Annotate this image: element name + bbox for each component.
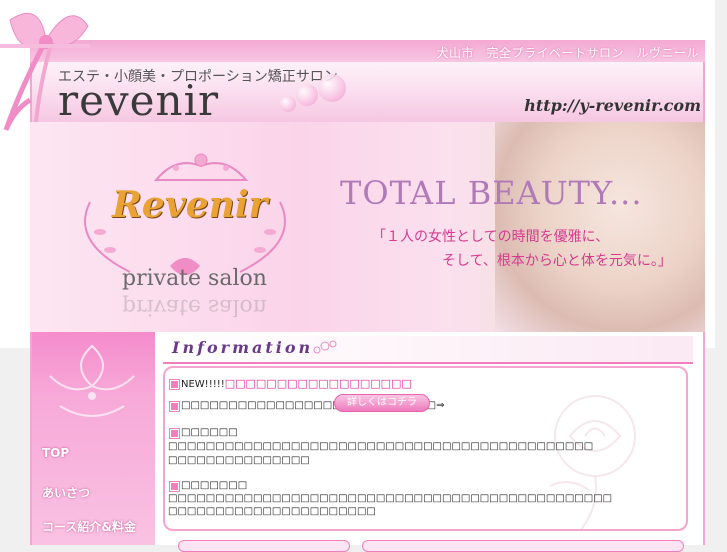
- info-item-1: NEW!!!!!□□□□□□□□□□□□□□□□□□: [181, 377, 412, 390]
- hero-private-salon: private salon: [122, 266, 267, 291]
- bullet-icon: [169, 481, 180, 492]
- decorative-bubble: [318, 74, 346, 102]
- sidebar-item-top[interactable]: TOP: [42, 446, 69, 460]
- bottom-tab-right[interactable]: [362, 540, 684, 552]
- bullet-icon: [169, 379, 180, 390]
- info-item-3-line-2: □□□□□□□□□□□□□□□: [168, 455, 310, 466]
- hero-copy-line-2: そして、根本から心と体を元気に。」: [442, 253, 672, 269]
- sidebar-item-courses[interactable]: コース紹介&料金: [42, 518, 136, 535]
- info-item-1-link[interactable]: □□□□□□□□□□□□□□□□□□: [225, 377, 412, 390]
- header-tagline: 犬山市 完全プライベートサロン ルヴニール: [436, 46, 699, 60]
- bubbles-icon: [313, 340, 337, 354]
- info-item-4-line-1: □□□□□□□□□□□□□□□□□□□□□□□□□□□□□□□□□□□□□□□□…: [168, 493, 613, 504]
- site-url: http://y-revenir.com: [524, 96, 701, 115]
- hero-brand: Revenir: [112, 184, 268, 226]
- bullet-icon: [169, 401, 180, 412]
- hero-banner: Revenir private salon private salon TOTA…: [30, 122, 705, 332]
- ornament-icon: [49, 344, 135, 417]
- info-item-1-prefix: NEW!!!!!: [181, 379, 225, 390]
- decorative-bubble: [296, 84, 318, 106]
- information-title: Information: [172, 338, 314, 357]
- crown-icon: [153, 153, 249, 181]
- info-item-4-heading: □□□□□□□: [181, 480, 248, 491]
- hero-copy-line-1: 「１人の女性としての時間を優雅に、: [372, 229, 610, 245]
- sidebar-item-greeting[interactable]: あいさつ: [42, 484, 90, 501]
- info-item-3-heading: □□□□□□: [181, 427, 238, 438]
- details-button[interactable]: 詳しくはコチラ: [334, 394, 430, 412]
- bottom-tab-left[interactable]: [178, 540, 350, 552]
- bullet-icon: [169, 428, 180, 439]
- hero-title: TOTAL BEAUTY...: [340, 174, 643, 212]
- info-item-3-line-1: □□□□□□□□□□□□□□□□□□□□□□□□□□□□□□□□□□□□□□□□…: [168, 441, 594, 452]
- decorative-bubble: [280, 96, 296, 112]
- hero-private-salon-reflection: private salon: [122, 294, 267, 319]
- info-item-4-line-2: □□□□□□□□□□□□□□□□□□□□□□: [168, 506, 376, 517]
